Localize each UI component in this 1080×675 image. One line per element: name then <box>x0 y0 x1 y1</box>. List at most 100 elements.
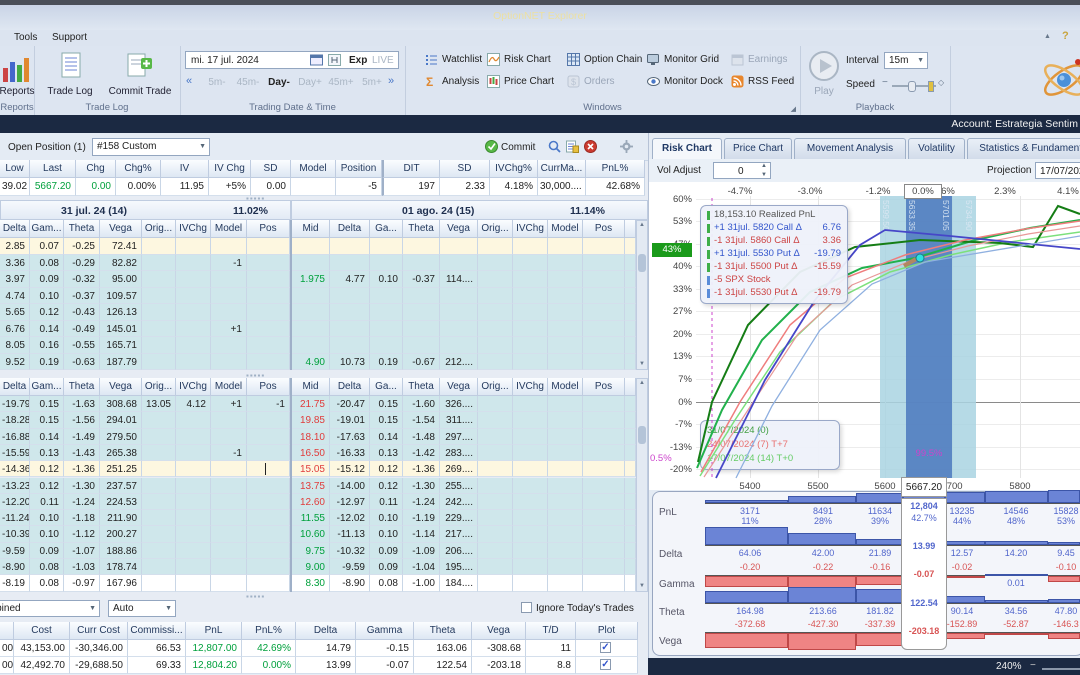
grid-cell[interactable] <box>330 337 370 354</box>
gear-icon[interactable] <box>620 140 633 153</box>
grid-cell[interactable]: -1.42 <box>403 444 440 462</box>
commit-icon[interactable] <box>485 140 498 153</box>
grid-cell[interactable]: 9.52 <box>0 353 30 370</box>
grid-cell[interactable]: -1.30 <box>403 477 440 494</box>
grid-cell[interactable] <box>548 271 583 288</box>
grid-cell[interactable] <box>247 526 290 543</box>
grid-cell[interactable]: 242.... <box>440 493 478 511</box>
grid-cell[interactable] <box>548 254 583 271</box>
grid-cell[interactable]: 0.14 <box>30 320 64 337</box>
grid-cell[interactable]: -0.55 <box>64 337 100 354</box>
grid-cell[interactable] <box>176 271 211 288</box>
grid-cell[interactable] <box>176 304 211 321</box>
grid-cell[interactable] <box>583 477 625 494</box>
grid-cell[interactable]: -0.67 <box>403 353 440 370</box>
grid-cell[interactable] <box>478 542 513 559</box>
grid-cell[interactable] <box>583 542 625 559</box>
grid-cell[interactable]: 188.86 <box>100 542 142 559</box>
grid-cell[interactable] <box>142 575 176 592</box>
commit-trade-icon[interactable] <box>126 52 154 78</box>
grid-cell[interactable]: -1.36 <box>64 461 100 478</box>
grid-cell[interactable]: -1.24 <box>64 493 100 511</box>
grid-cell[interactable] <box>211 353 247 370</box>
scroll-up-icon[interactable]: ▲ <box>637 380 647 386</box>
grid-cell[interactable]: 187.79 <box>100 353 142 370</box>
ribbon-collapse-icon[interactable]: ▲ <box>1044 33 1051 40</box>
menu-item-tools[interactable]: Tools <box>14 32 37 43</box>
grid-cell[interactable]: 0.09 <box>30 542 64 559</box>
plot-checkbox[interactable]: ✓ <box>600 642 611 653</box>
grid-cell[interactable]: -8.90 <box>0 559 30 576</box>
grid-cell[interactable]: 0.15 <box>30 412 64 429</box>
grid-cell[interactable]: -0.29 <box>64 254 100 271</box>
grid-cell[interactable]: 237.57 <box>100 477 142 494</box>
grid-cell[interactable] <box>142 493 176 511</box>
grid-cell[interactable] <box>330 287 370 304</box>
grid-cell[interactable] <box>513 461 548 478</box>
grid-cell[interactable]: -1.54 <box>403 412 440 429</box>
forward-icon[interactable]: » <box>388 75 394 87</box>
grid-cell[interactable]: 0.19 <box>30 353 64 370</box>
grid-cell[interactable]: 217.... <box>440 526 478 543</box>
grid-cell[interactable] <box>548 412 583 429</box>
grid-cell[interactable] <box>403 254 440 271</box>
grid-cell[interactable] <box>583 337 625 354</box>
grid-cell[interactable]: 95.00 <box>100 271 142 288</box>
grid-cell[interactable] <box>142 254 176 271</box>
grid-cell[interactable] <box>370 337 403 354</box>
commit-button[interactable]: Commit <box>501 142 535 153</box>
grid-cell[interactable] <box>478 304 513 321</box>
grid-cell[interactable] <box>478 510 513 527</box>
grid-cell[interactable]: 1.975 <box>292 271 330 288</box>
grid-cell[interactable] <box>142 412 176 429</box>
grid-cell[interactable] <box>292 238 330 255</box>
grid-cell[interactable]: 0.11 <box>370 493 403 511</box>
grid-cell[interactable] <box>583 396 625 413</box>
grid-cell[interactable]: -1.49 <box>64 428 100 445</box>
grid-cell[interactable]: -1.30 <box>64 477 100 494</box>
grid-cell[interactable] <box>583 238 625 255</box>
grid-cell[interactable] <box>440 337 478 354</box>
grid-cell[interactable] <box>478 254 513 271</box>
grid-cell[interactable]: 0.09 <box>30 271 64 288</box>
grid-cell[interactable] <box>142 559 176 576</box>
grid-cell[interactable] <box>583 510 625 527</box>
grid-cell[interactable]: -10.39 <box>0 526 30 543</box>
grid-cell[interactable] <box>142 461 176 478</box>
grid-cell[interactable] <box>583 254 625 271</box>
grid-cell[interactable]: 4.90 <box>292 353 330 370</box>
grid-cell[interactable]: 0.12 <box>30 304 64 321</box>
speed-slider-marker[interactable] <box>928 81 934 92</box>
grid-cell[interactable] <box>142 526 176 543</box>
grid-cell[interactable] <box>548 461 583 478</box>
grid-cell[interactable]: 2.85 <box>0 238 30 255</box>
tab-statistics-fundamentals[interactable]: Statistics & Fundamentals <box>967 138 1080 159</box>
trading-date-value[interactable]: mi. 17 jul. 2024 <box>191 55 259 66</box>
grid-cell[interactable]: 0.10 <box>370 526 403 543</box>
scroll-up-icon[interactable]: ▲ <box>637 222 647 228</box>
grid-cell[interactable] <box>513 493 548 511</box>
zoom-slider[interactable] <box>1042 668 1080 670</box>
grid-cell[interactable]: 178.74 <box>100 559 142 576</box>
grid-cell[interactable] <box>142 510 176 527</box>
grid-cell[interactable] <box>176 412 211 429</box>
grid-cell[interactable]: -12.20 <box>0 493 30 511</box>
grid-cell[interactable] <box>583 287 625 304</box>
grid-cell[interactable]: 5.65 <box>0 304 30 321</box>
grid-cell[interactable]: 229.... <box>440 510 478 527</box>
grid-cell[interactable] <box>478 238 513 255</box>
grid-cell[interactable] <box>247 353 290 370</box>
grid-cell[interactable]: -1.43 <box>64 444 100 462</box>
grid-cell[interactable]: 0.12 <box>30 461 64 478</box>
grid-cell[interactable] <box>583 559 625 576</box>
grid-cell[interactable] <box>142 444 176 462</box>
grid-cell[interactable] <box>211 287 247 304</box>
grid-cell[interactable] <box>247 510 290 527</box>
group-expand-icon[interactable]: ◢ <box>791 105 796 113</box>
grid-cell[interactable]: 0.13 <box>30 444 64 462</box>
grid-cell[interactable] <box>548 477 583 494</box>
grid-cell[interactable] <box>478 396 513 413</box>
grid-cell[interactable]: -15.59 <box>0 444 30 462</box>
speed-plus-icon[interactable]: ◇ <box>938 78 944 87</box>
reports-icon[interactable] <box>2 54 30 84</box>
